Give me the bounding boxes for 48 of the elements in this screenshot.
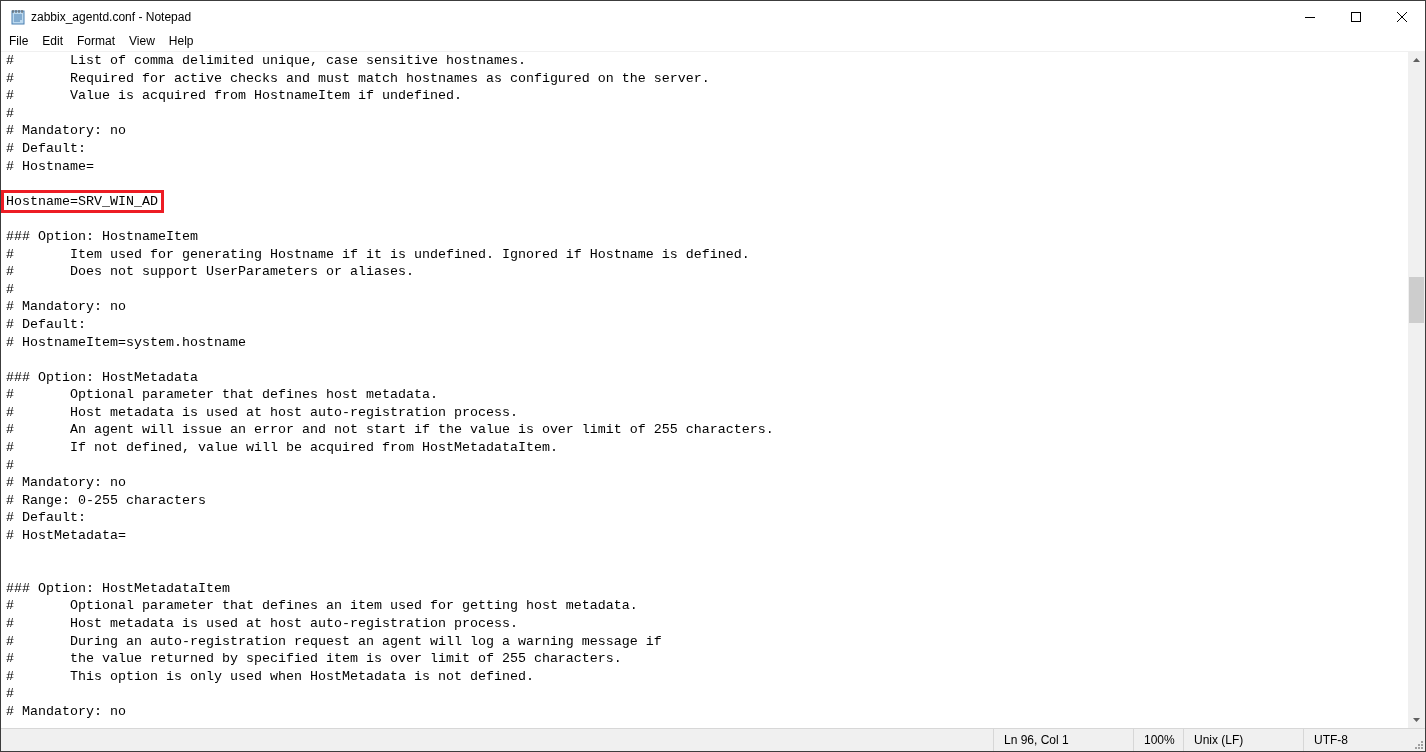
- status-text: Ln 96, Col 1: [1004, 732, 1069, 749]
- code-line: # List of comma delimited unique, case sensitive hostnames.: [6, 52, 526, 70]
- code-line: # Range: 0-255 characters: [6, 491, 206, 510]
- code-line: # HostMetadata=: [6, 527, 126, 545]
- code-line: ### Option: HostMetadata: [6, 368, 198, 387]
- code-line: # If not defined, value will be acquired from HostMetadataItem.: [6, 439, 558, 457]
- code-line: #: [6, 456, 14, 475]
- code-line: ### Option: HostnameItem: [6, 227, 198, 246]
- code-line: # Does not support UserParameters or aliases.: [6, 263, 414, 281]
- code-line: #: [6, 280, 14, 299]
- code-line: # Required for active checks and must match hostnames as configured on the server.: [6, 69, 710, 88]
- status-text: UTF-8: [1314, 732, 1348, 749]
- code-line: ### Option: HostMetadataItem: [6, 579, 230, 598]
- code-line: # This option is only used when HostMetadata is not defined.: [6, 667, 534, 686]
- code-line: # During an auto-registration request an agent will log a warning message if: [6, 632, 662, 651]
- code-line: # Default:: [6, 509, 86, 528]
- code-line: # Hostname=: [6, 157, 94, 176]
- maximize-icon: [1351, 11, 1361, 22]
- code-line: #: [6, 685, 14, 703]
- resize-grip-icon[interactable]: [1413, 739, 1423, 749]
- code-line: # Mandatory: no: [6, 702, 126, 721]
- menu-item[interactable]: View: [122, 32, 162, 51]
- menu-item[interactable]: Format: [70, 32, 123, 51]
- code-line: # Default:: [6, 315, 86, 334]
- code-line: # Mandatory: no: [6, 298, 126, 316]
- code-line: # Optional parameter that defines host metadata.: [6, 386, 438, 404]
- status-text: Unix (LF): [1194, 732, 1244, 749]
- code-line: # Value is acquired from HostnameItem if undefined.: [6, 87, 462, 105]
- code-line: # Host metadata is used at host auto-registration process.: [6, 403, 518, 422]
- menu-item[interactable]: Help: [161, 32, 201, 51]
- menu-item[interactable]: File: [2, 32, 36, 51]
- code-line: # Mandatory: no: [6, 122, 126, 140]
- code-line: # Host metadata is used at host auto-registration process.: [6, 615, 518, 633]
- close-icon: [1397, 11, 1407, 22]
- code-line: # Item used for generating Hostname if it is undefined. Ignored if Hostname is defined.: [6, 245, 750, 264]
- scrollbar-thumb[interactable]: [1409, 277, 1424, 323]
- code-line: # the value returned by specified item is over limit of 255 characters.: [6, 650, 622, 668]
- code-line: # An agent will issue an error and not start if the value is over limit of 255 characters.: [6, 421, 774, 440]
- code-line: # Optional parameter that defines an item used for getting host metadata.: [6, 597, 638, 615]
- notepad-icon: [10, 8, 26, 25]
- code-line: # HostnameItem=system.hostname: [6, 333, 246, 352]
- menu-item[interactable]: Edit: [35, 32, 71, 51]
- window-title: zabbix_agentd.conf - Notepad: [31, 8, 192, 26]
- code-line: # Mandatory: no: [6, 474, 126, 492]
- scrollbar[interactable]: [1408, 52, 1425, 728]
- status-text: 100%: [1144, 732, 1175, 749]
- code-line: #: [6, 104, 14, 123]
- code-line: # Default:: [6, 139, 86, 158]
